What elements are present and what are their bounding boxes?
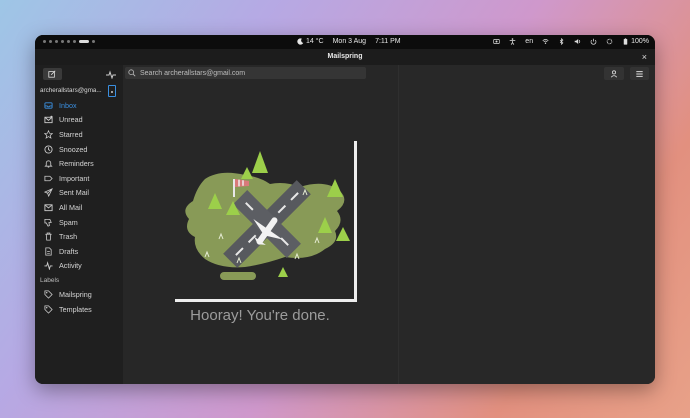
power-status-icon[interactable] — [590, 38, 597, 45]
window-title-bar: Mailspring × — [35, 49, 655, 65]
main-menu-button[interactable] — [630, 67, 649, 80]
sidebar-item-trash[interactable]: Trash — [35, 229, 123, 244]
empty-state-message: Hooray! You're done. — [190, 307, 330, 324]
sidebar-item-inbox[interactable]: Inbox — [35, 98, 123, 113]
compose-button[interactable] — [43, 68, 62, 80]
search-icon — [128, 69, 136, 77]
sidebar-item-label: All Mail — [59, 202, 83, 212]
battery-icon — [623, 38, 628, 45]
sidebar-item-label: Spam — [59, 217, 78, 227]
volume-icon[interactable] — [574, 38, 581, 45]
message-reader-pane — [399, 65, 655, 384]
bell-icon — [44, 160, 53, 168]
airport-illustration — [175, 141, 357, 302]
sidebar-item-spam[interactable]: Spam — [35, 215, 123, 230]
sidebar-item-label: Reminders — [59, 159, 94, 169]
sidebar-item-activity[interactable]: Activity — [35, 259, 123, 274]
clock-icon — [44, 145, 53, 154]
sidebar-item-label: Important — [59, 173, 90, 183]
label-tag-icon — [44, 290, 53, 299]
sidebar-item-label: Templates — [59, 304, 92, 314]
send-icon — [44, 188, 53, 198]
hamburger-icon — [636, 70, 643, 77]
mailbox-list: Inbox Unread Starred Snoozed Reminders I… — [35, 98, 123, 316]
sidebar-item-label: Snoozed — [59, 144, 88, 154]
account-name[interactable]: archerallstars@gma... — [40, 87, 106, 94]
clock-area[interactable]: 14 °C Mon 3 Aug 7:11 PM — [297, 38, 401, 45]
sidebar-item-sent-mail[interactable]: Sent Mail — [35, 186, 123, 201]
bluetooth-icon[interactable] — [558, 38, 565, 45]
close-window-button[interactable]: × — [642, 49, 647, 65]
sidebar-item-label: Activity — [59, 261, 82, 271]
moon-icon — [297, 38, 304, 45]
sidebar-item-starred[interactable]: Starred — [35, 127, 123, 142]
battery-status[interactable]: 100% — [622, 38, 649, 45]
sidebar: archerallstars@gma... Inbox Unread Starr… — [35, 65, 123, 384]
date-text: Mon 3 Aug — [332, 38, 367, 45]
account-collapse-toggle[interactable] — [108, 85, 116, 97]
sidebar-item-reminders[interactable]: Reminders — [35, 156, 123, 171]
labels-section-title: Labels — [40, 277, 60, 285]
sidebar-item-label: Mailspring — [59, 289, 92, 299]
sidebar-item-label: Starred — [59, 129, 83, 139]
system-top-bar: 14 °C Mon 3 Aug 7:11 PM en 100% — [35, 35, 655, 49]
trash-icon — [45, 232, 52, 241]
sidebar-label-templates[interactable]: Templates — [35, 302, 123, 317]
app-window: 14 °C Mon 3 Aug 7:11 PM en 100% Mailspri… — [35, 35, 655, 384]
system-tray: en 100% — [493, 38, 649, 45]
person-icon — [610, 69, 618, 77]
important-tag-icon — [44, 175, 53, 181]
sidebar-item-label: Unread — [59, 115, 83, 125]
sidebar-label-mailspring[interactable]: Mailspring — [35, 287, 123, 302]
thumbs-down-icon — [44, 218, 52, 227]
inbox-icon — [44, 102, 53, 109]
accessibility-icon[interactable] — [509, 38, 516, 45]
unread-icon — [44, 116, 53, 124]
account-button[interactable] — [604, 67, 624, 80]
language-indicator[interactable]: en — [525, 38, 533, 45]
search-placeholder: Search archerallstars@gmail.com — [140, 69, 246, 77]
screenshot-tray-icon[interactable] — [493, 38, 500, 45]
workspace-indicator[interactable] — [43, 40, 95, 43]
label-tag-icon — [44, 305, 53, 314]
sidebar-toolbar — [35, 65, 123, 84]
sidebar-item-snoozed[interactable]: Snoozed — [35, 142, 123, 157]
drafts-icon — [45, 247, 52, 256]
sidebar-item-all-mail[interactable]: All Mail — [35, 200, 123, 215]
compose-icon — [48, 70, 56, 78]
star-icon — [44, 129, 53, 139]
sidebar-item-label: Drafts — [59, 246, 79, 256]
settings-tray-icon[interactable] — [606, 38, 613, 45]
sidebar-item-label: Inbox — [59, 100, 77, 110]
all-mail-icon — [44, 204, 53, 212]
search-input[interactable]: Search archerallstars@gmail.com — [125, 67, 366, 79]
activity-pulse-icon[interactable] — [106, 69, 116, 79]
activity-icon — [44, 261, 53, 271]
sidebar-item-important[interactable]: Important — [35, 171, 123, 186]
sidebar-item-unread[interactable]: Unread — [35, 113, 123, 128]
sidebar-item-drafts[interactable]: Drafts — [35, 244, 123, 259]
time-text: 7:11 PM — [375, 38, 401, 45]
sidebar-item-label: Sent Mail — [59, 188, 89, 198]
sidebar-item-label: Trash — [59, 232, 78, 242]
wifi-icon[interactable] — [542, 38, 549, 45]
weather-text: 14 °C — [306, 38, 324, 45]
window-title: Mailspring — [327, 53, 363, 60]
battery-percent: 100% — [631, 38, 649, 45]
